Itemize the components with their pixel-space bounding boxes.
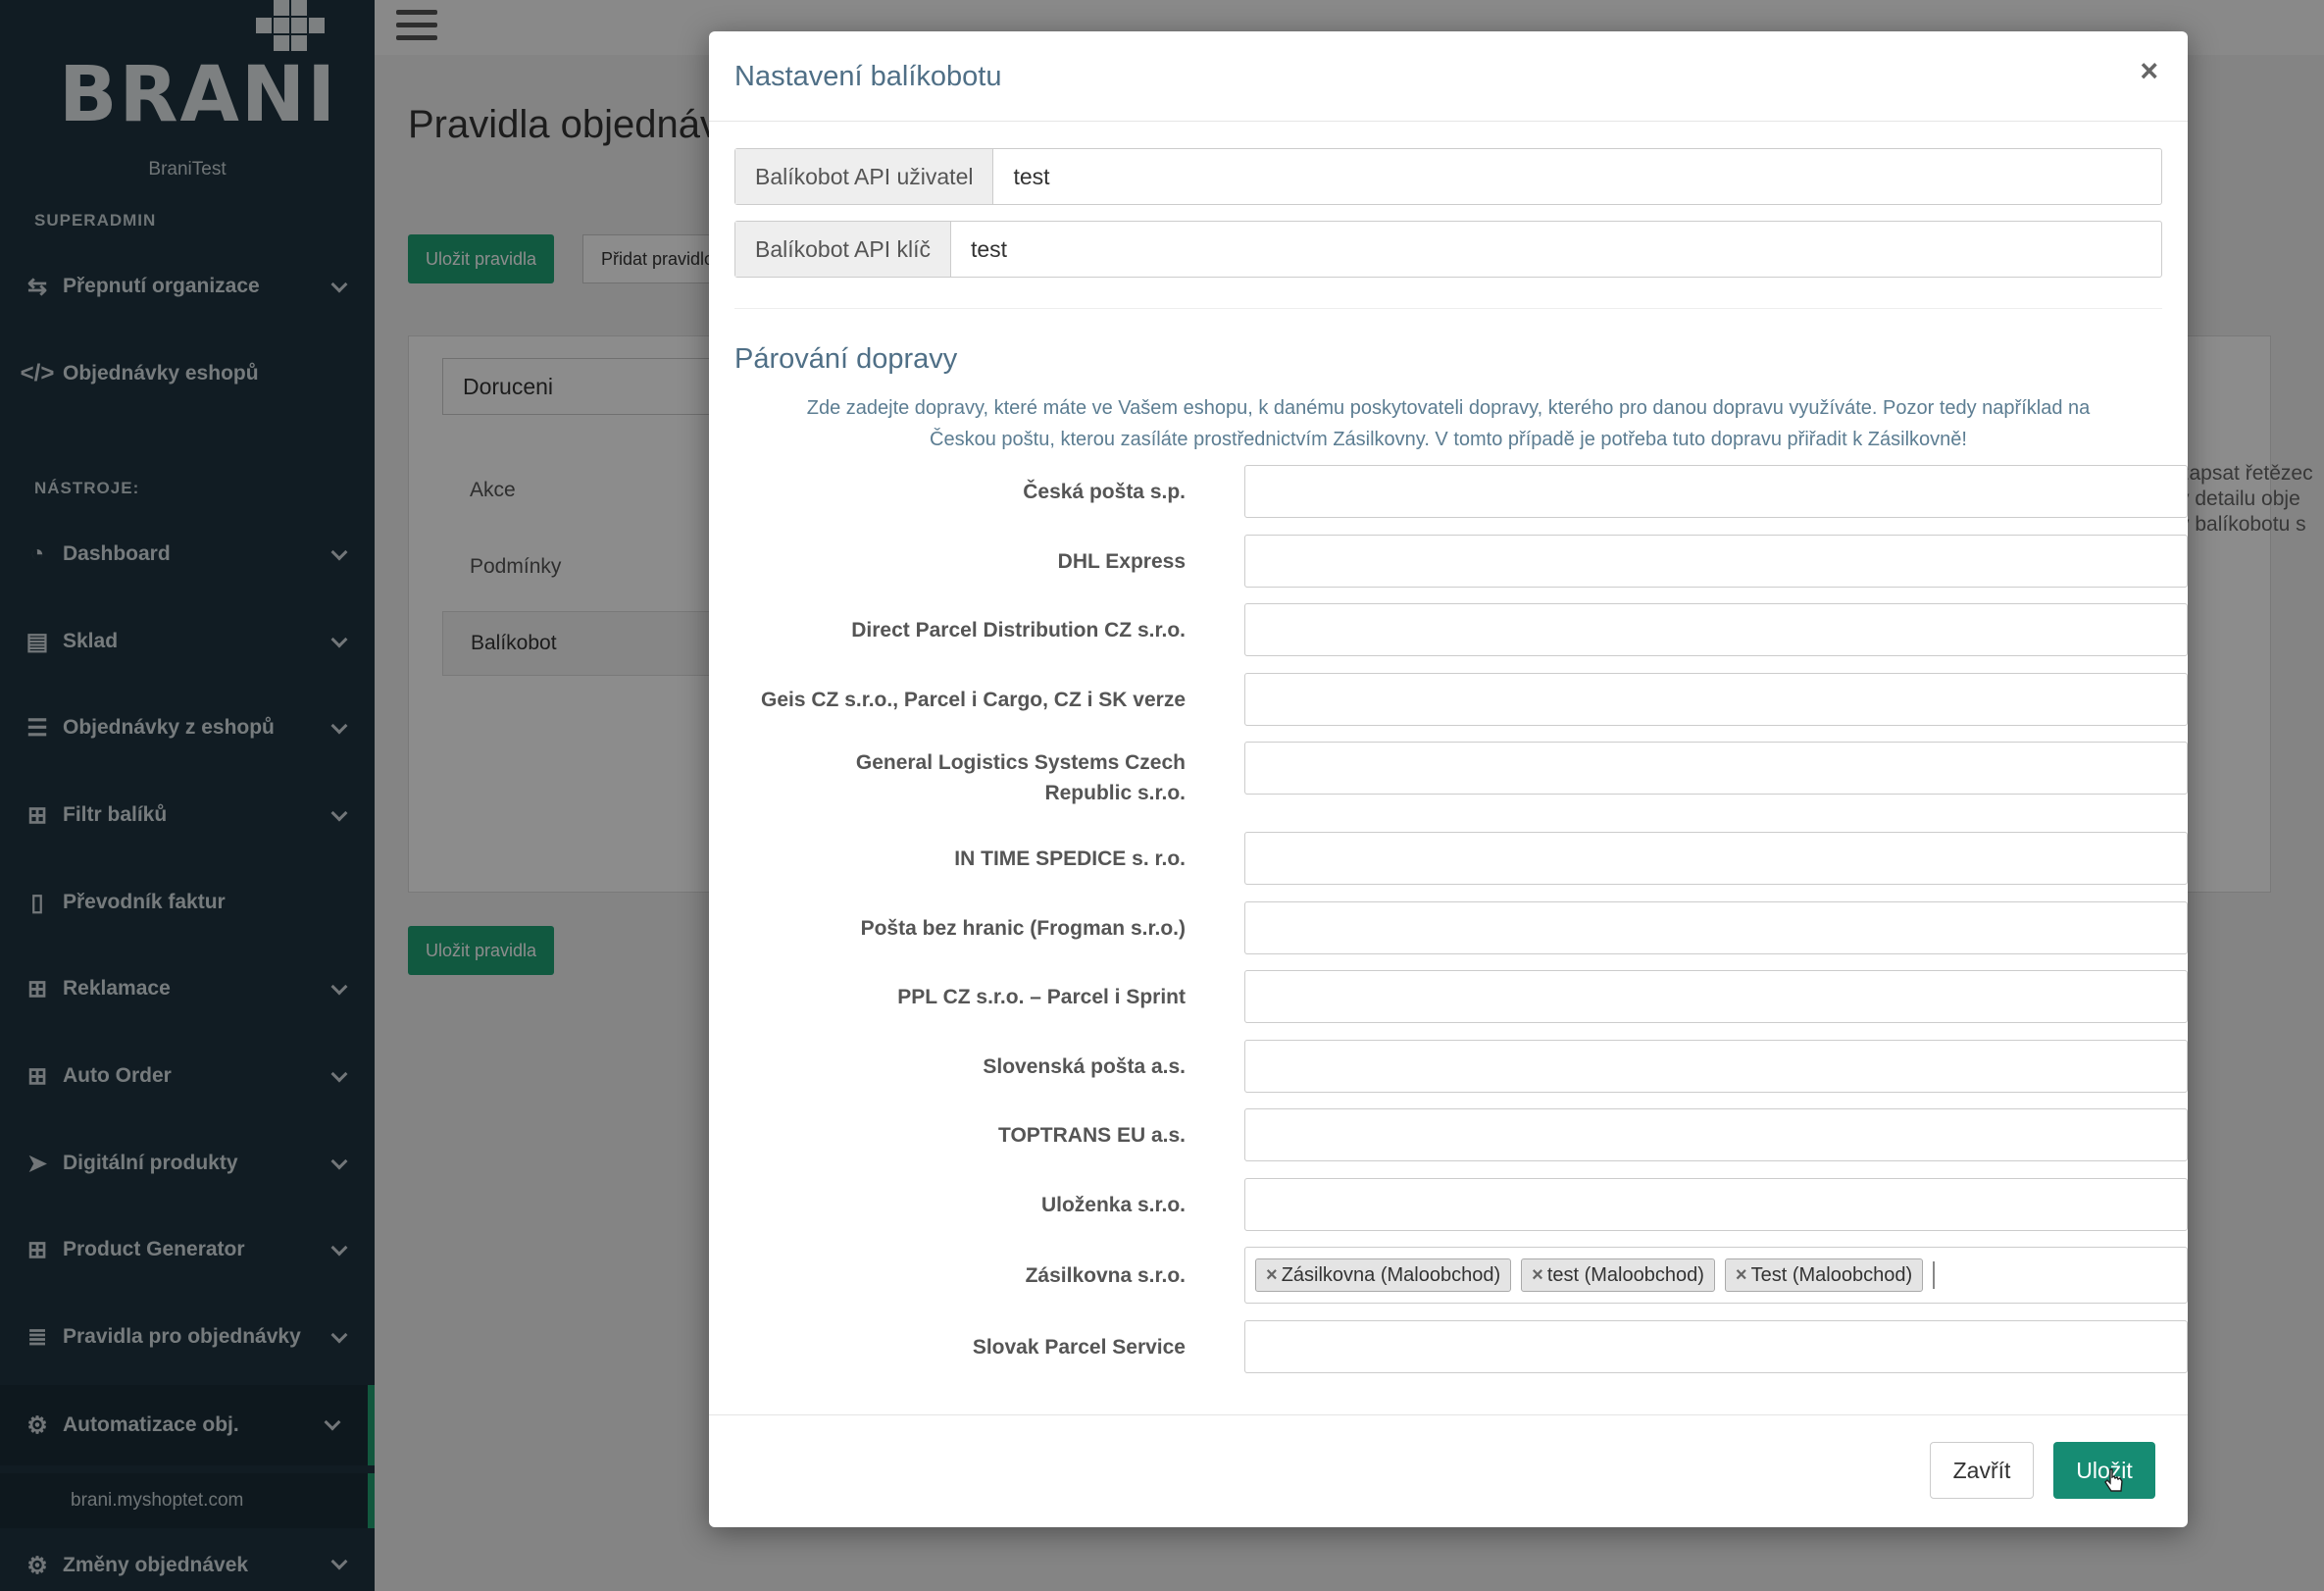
help-text: Zde zadejte dopravy, které máte ve Vašem… <box>806 397 2091 450</box>
zasilkovna-tags-input[interactable]: × Zásilkovna (Maloobchod) × test (Maloobch… <box>1244 1247 2188 1304</box>
carrier-input[interactable] <box>1244 673 2188 726</box>
tag-chip[interactable]: × test (Maloobchod) <box>1521 1258 1715 1292</box>
api-user-label: Balíkobot API uživatel <box>735 149 994 204</box>
carrier-label: Česká pošta s.p. <box>1023 481 1186 503</box>
carrier-input[interactable] <box>1244 603 2188 656</box>
api-key-group: Balíkobot API klíč test <box>734 221 2162 278</box>
divider <box>734 308 2162 309</box>
carrier-label: Geis CZ s.r.o., Parcel i Cargo, CZ i SK … <box>761 689 1186 711</box>
carrier-label: DHL Express <box>1057 550 1186 573</box>
carrier-label: IN TIME SPEDICE s. r.o. <box>954 847 1186 870</box>
carrier-input[interactable] <box>1244 832 2188 885</box>
modal-header: Nastavení balíkobotu × <box>709 31 2188 122</box>
carrier-input[interactable] <box>1244 1320 2188 1373</box>
carrier-label: Slovenská pošta a.s. <box>983 1055 1186 1078</box>
section-title: Párování dopravy <box>734 343 958 375</box>
carrier-label: Direct Parcel Distribution CZ s.r.o. <box>851 619 1186 642</box>
modal-footer-divider <box>709 1414 2188 1415</box>
carrier-label: Uloženka s.r.o. <box>1040 1194 1186 1216</box>
modal-title: Nastavení balíkobotu <box>734 61 1002 92</box>
carrier-input[interactable] <box>1244 1108 2188 1161</box>
api-user-input[interactable]: test <box>993 149 2161 204</box>
api-key-label: Balíkobot API klíč <box>735 222 951 277</box>
carrier-input[interactable] <box>1244 1040 2188 1093</box>
carrier-label: TOPTRANS EU a.s. <box>998 1124 1186 1147</box>
carrier-input[interactable] <box>1244 970 2188 1023</box>
carrier-input[interactable] <box>1244 1178 2188 1231</box>
tag-remove-icon[interactable]: × <box>1532 1264 1543 1287</box>
carrier-input[interactable] <box>1244 465 2188 518</box>
carrier-label: General Logistics Systems Czech Republic… <box>855 751 1186 804</box>
carrier-label: Pošta bez hranic (Frogman s.r.o.) <box>860 917 1186 940</box>
carrier-input[interactable] <box>1244 535 2188 588</box>
api-user-group: Balíkobot API uživatel test <box>734 148 2162 205</box>
mouse-pointer-icon <box>2104 1468 2123 1492</box>
carrier-label: Slovak Parcel Service <box>972 1336 1186 1359</box>
tag-remove-icon[interactable]: × <box>1266 1264 1278 1287</box>
text-caret <box>1933 1261 1936 1289</box>
tag-remove-icon[interactable]: × <box>1736 1264 1747 1287</box>
carrier-label: Zásilkovna s.r.o. <box>1025 1264 1186 1287</box>
carrier-label: PPL CZ s.r.o. – Parcel i Sprint <box>897 986 1186 1008</box>
api-key-input[interactable]: test <box>951 222 2161 277</box>
balikobot-settings-modal: Nastavení balíkobotu × Balíkobot API uži… <box>709 31 2188 1527</box>
close-button[interactable]: Zavřít <box>1930 1442 2034 1499</box>
tag-chip[interactable]: × Test (Maloobchod) <box>1724 1258 1924 1292</box>
carrier-input[interactable] <box>1244 742 2188 795</box>
tag-chip[interactable]: × Zásilkovna (Maloobchod) <box>1255 1258 1512 1292</box>
close-icon[interactable]: × <box>2140 53 2158 89</box>
carrier-input[interactable] <box>1244 901 2188 954</box>
